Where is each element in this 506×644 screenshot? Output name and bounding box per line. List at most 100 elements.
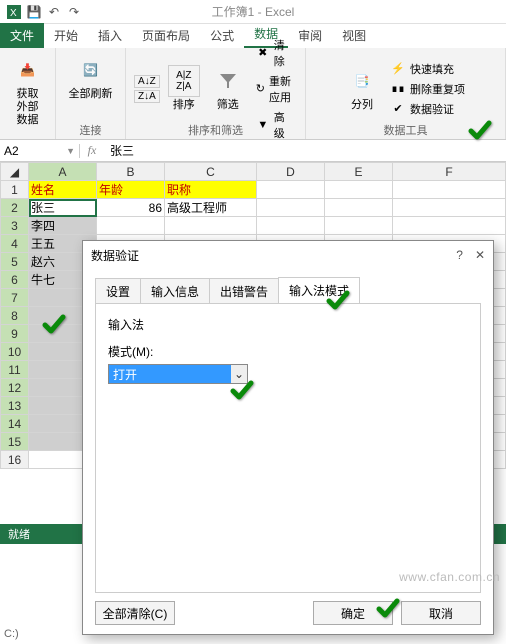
cell[interactable] bbox=[257, 199, 325, 217]
redo-icon[interactable]: ↷ bbox=[66, 4, 82, 20]
namebox-dropdown-icon[interactable]: ▼ bbox=[66, 146, 75, 156]
row-header[interactable]: 14 bbox=[1, 415, 29, 433]
texttocols-label: 分列 bbox=[351, 99, 373, 112]
svg-text:X: X bbox=[10, 8, 17, 19]
mode-value: 打开 bbox=[113, 366, 137, 383]
refresh-icon: 🔄 bbox=[75, 54, 107, 86]
cell[interactable]: 李四 bbox=[29, 217, 97, 235]
flash-fill-button[interactable]: ⚡快速填充 bbox=[386, 60, 469, 78]
row-header[interactable]: 7 bbox=[1, 289, 29, 307]
row-header[interactable]: 13 bbox=[1, 397, 29, 415]
validation-icon: ✔ bbox=[390, 101, 406, 117]
cell[interactable] bbox=[97, 217, 165, 235]
clear-icon: ✖ bbox=[256, 45, 270, 61]
row-header[interactable]: 10 bbox=[1, 343, 29, 361]
col-header-D[interactable]: D bbox=[257, 163, 325, 181]
row-header[interactable]: 6 bbox=[1, 271, 29, 289]
row-header[interactable]: 3 bbox=[1, 217, 29, 235]
footer-text: C:) bbox=[4, 628, 19, 640]
group-sort-label: 排序和筛选 bbox=[126, 122, 305, 138]
cell[interactable]: 年龄 bbox=[97, 181, 165, 199]
name-box[interactable]: A2 ▼ bbox=[0, 144, 80, 158]
cancel-button[interactable]: 取消 bbox=[401, 601, 481, 625]
dialog-tab-settings[interactable]: 设置 bbox=[95, 278, 141, 304]
tab-formula[interactable]: 公式 bbox=[200, 23, 244, 48]
filter-button[interactable]: 筛选 bbox=[208, 63, 248, 114]
ribbon: 📥 获取 外部数据 🔄 全部刷新 连接 A↓Z Z↓A A|ZZ|A 排序 bbox=[0, 48, 506, 140]
save-icon[interactable]: 💾 bbox=[26, 4, 42, 20]
help-icon[interactable]: ? bbox=[456, 248, 463, 262]
refresh-all-button[interactable]: 🔄 全部刷新 bbox=[65, 52, 117, 103]
window-title: 工作簿1 - Excel bbox=[212, 3, 295, 20]
status-text: 就绪 bbox=[8, 529, 30, 541]
row-header[interactable]: 9 bbox=[1, 325, 29, 343]
dialog-tab-ime[interactable]: 输入法模式 bbox=[278, 277, 360, 303]
ok-button[interactable]: 确定 bbox=[313, 601, 393, 625]
undo-icon[interactable]: ↶ bbox=[46, 4, 62, 20]
sort-label: 排序 bbox=[173, 99, 195, 112]
sort-button[interactable]: A|ZZ|A 排序 bbox=[164, 63, 204, 114]
get-external-data-button[interactable]: 📥 获取 外部数据 bbox=[8, 52, 48, 130]
row-header[interactable]: 15 bbox=[1, 433, 29, 451]
cell[interactable] bbox=[325, 199, 393, 217]
filter-icon bbox=[212, 65, 244, 97]
tab-view[interactable]: 视图 bbox=[332, 23, 376, 48]
col-header-A[interactable]: A bbox=[29, 163, 97, 181]
dialog-tab-error[interactable]: 出错警告 bbox=[209, 278, 279, 304]
texttocols-icon: 📑 bbox=[346, 65, 378, 97]
tab-layout[interactable]: 页面布局 bbox=[132, 23, 200, 48]
tab-file[interactable]: 文件 bbox=[0, 23, 44, 48]
row-header[interactable]: 11 bbox=[1, 361, 29, 379]
cell[interactable] bbox=[393, 217, 506, 235]
cell[interactable]: 86 bbox=[97, 199, 165, 217]
excel-icon: X bbox=[6, 4, 22, 20]
external-data-label: 获取 外部数据 bbox=[12, 88, 44, 128]
close-icon[interactable]: ✕ bbox=[475, 248, 485, 262]
col-header-B[interactable]: B bbox=[97, 163, 165, 181]
row-header[interactable]: 4 bbox=[1, 235, 29, 253]
reapply-button[interactable]: ↻重新应用 bbox=[252, 72, 297, 106]
flashfill-icon: ⚡ bbox=[390, 61, 406, 77]
dialog-tab-input[interactable]: 输入信息 bbox=[140, 278, 210, 304]
data-validation-button[interactable]: ✔数据验证 bbox=[386, 100, 469, 118]
cell[interactable] bbox=[393, 181, 506, 199]
cell[interactable] bbox=[165, 217, 257, 235]
mode-select[interactable]: 打开 ⌄ bbox=[108, 364, 248, 384]
remove-duplicates-button[interactable]: ∎∎删除重复项 bbox=[386, 80, 469, 98]
external-data-icon: 📥 bbox=[12, 54, 44, 86]
col-header-F[interactable]: F bbox=[393, 163, 506, 181]
text-to-columns-button[interactable]: 📑 分列 bbox=[342, 63, 382, 114]
filter-label: 筛选 bbox=[217, 99, 239, 112]
cell[interactable]: 高级工程师 bbox=[165, 199, 257, 217]
cell[interactable] bbox=[325, 217, 393, 235]
row-header[interactable]: 12 bbox=[1, 379, 29, 397]
cell[interactable]: 姓名 bbox=[29, 181, 97, 199]
fx-icon[interactable]: fx bbox=[80, 143, 104, 158]
cell[interactable] bbox=[325, 181, 393, 199]
sort-icon: A|ZZ|A bbox=[168, 65, 200, 97]
reapply-icon: ↻ bbox=[256, 81, 265, 97]
clear-all-button[interactable]: 全部清除(C) bbox=[95, 601, 175, 625]
formula-bar[interactable]: 张三 bbox=[104, 142, 506, 159]
col-header-C[interactable]: C bbox=[165, 163, 257, 181]
select-all-corner[interactable]: ◢ bbox=[1, 163, 29, 181]
row-header[interactable]: 2 bbox=[1, 199, 29, 217]
col-header-E[interactable]: E bbox=[325, 163, 393, 181]
row-header[interactable]: 16 bbox=[1, 451, 29, 469]
cell[interactable] bbox=[257, 181, 325, 199]
clear-filter-button[interactable]: ✖清除 bbox=[252, 36, 297, 70]
row-header[interactable]: 5 bbox=[1, 253, 29, 271]
sort-desc-icon[interactable]: Z↓A bbox=[134, 90, 160, 103]
group-datatools-label: 数据工具 bbox=[306, 122, 505, 138]
cell[interactable]: 职称 bbox=[165, 181, 257, 199]
cell[interactable] bbox=[257, 217, 325, 235]
dialog-title: 数据验证 bbox=[91, 247, 139, 264]
tab-home[interactable]: 开始 bbox=[44, 23, 88, 48]
row-header[interactable]: 1 bbox=[1, 181, 29, 199]
tab-insert[interactable]: 插入 bbox=[88, 23, 132, 48]
mode-field-label: 模式(M): bbox=[108, 343, 468, 360]
cell[interactable] bbox=[393, 199, 506, 217]
cell[interactable]: 张三 bbox=[29, 199, 97, 217]
row-header[interactable]: 8 bbox=[1, 307, 29, 325]
sort-asc-icon[interactable]: A↓Z bbox=[134, 75, 160, 88]
